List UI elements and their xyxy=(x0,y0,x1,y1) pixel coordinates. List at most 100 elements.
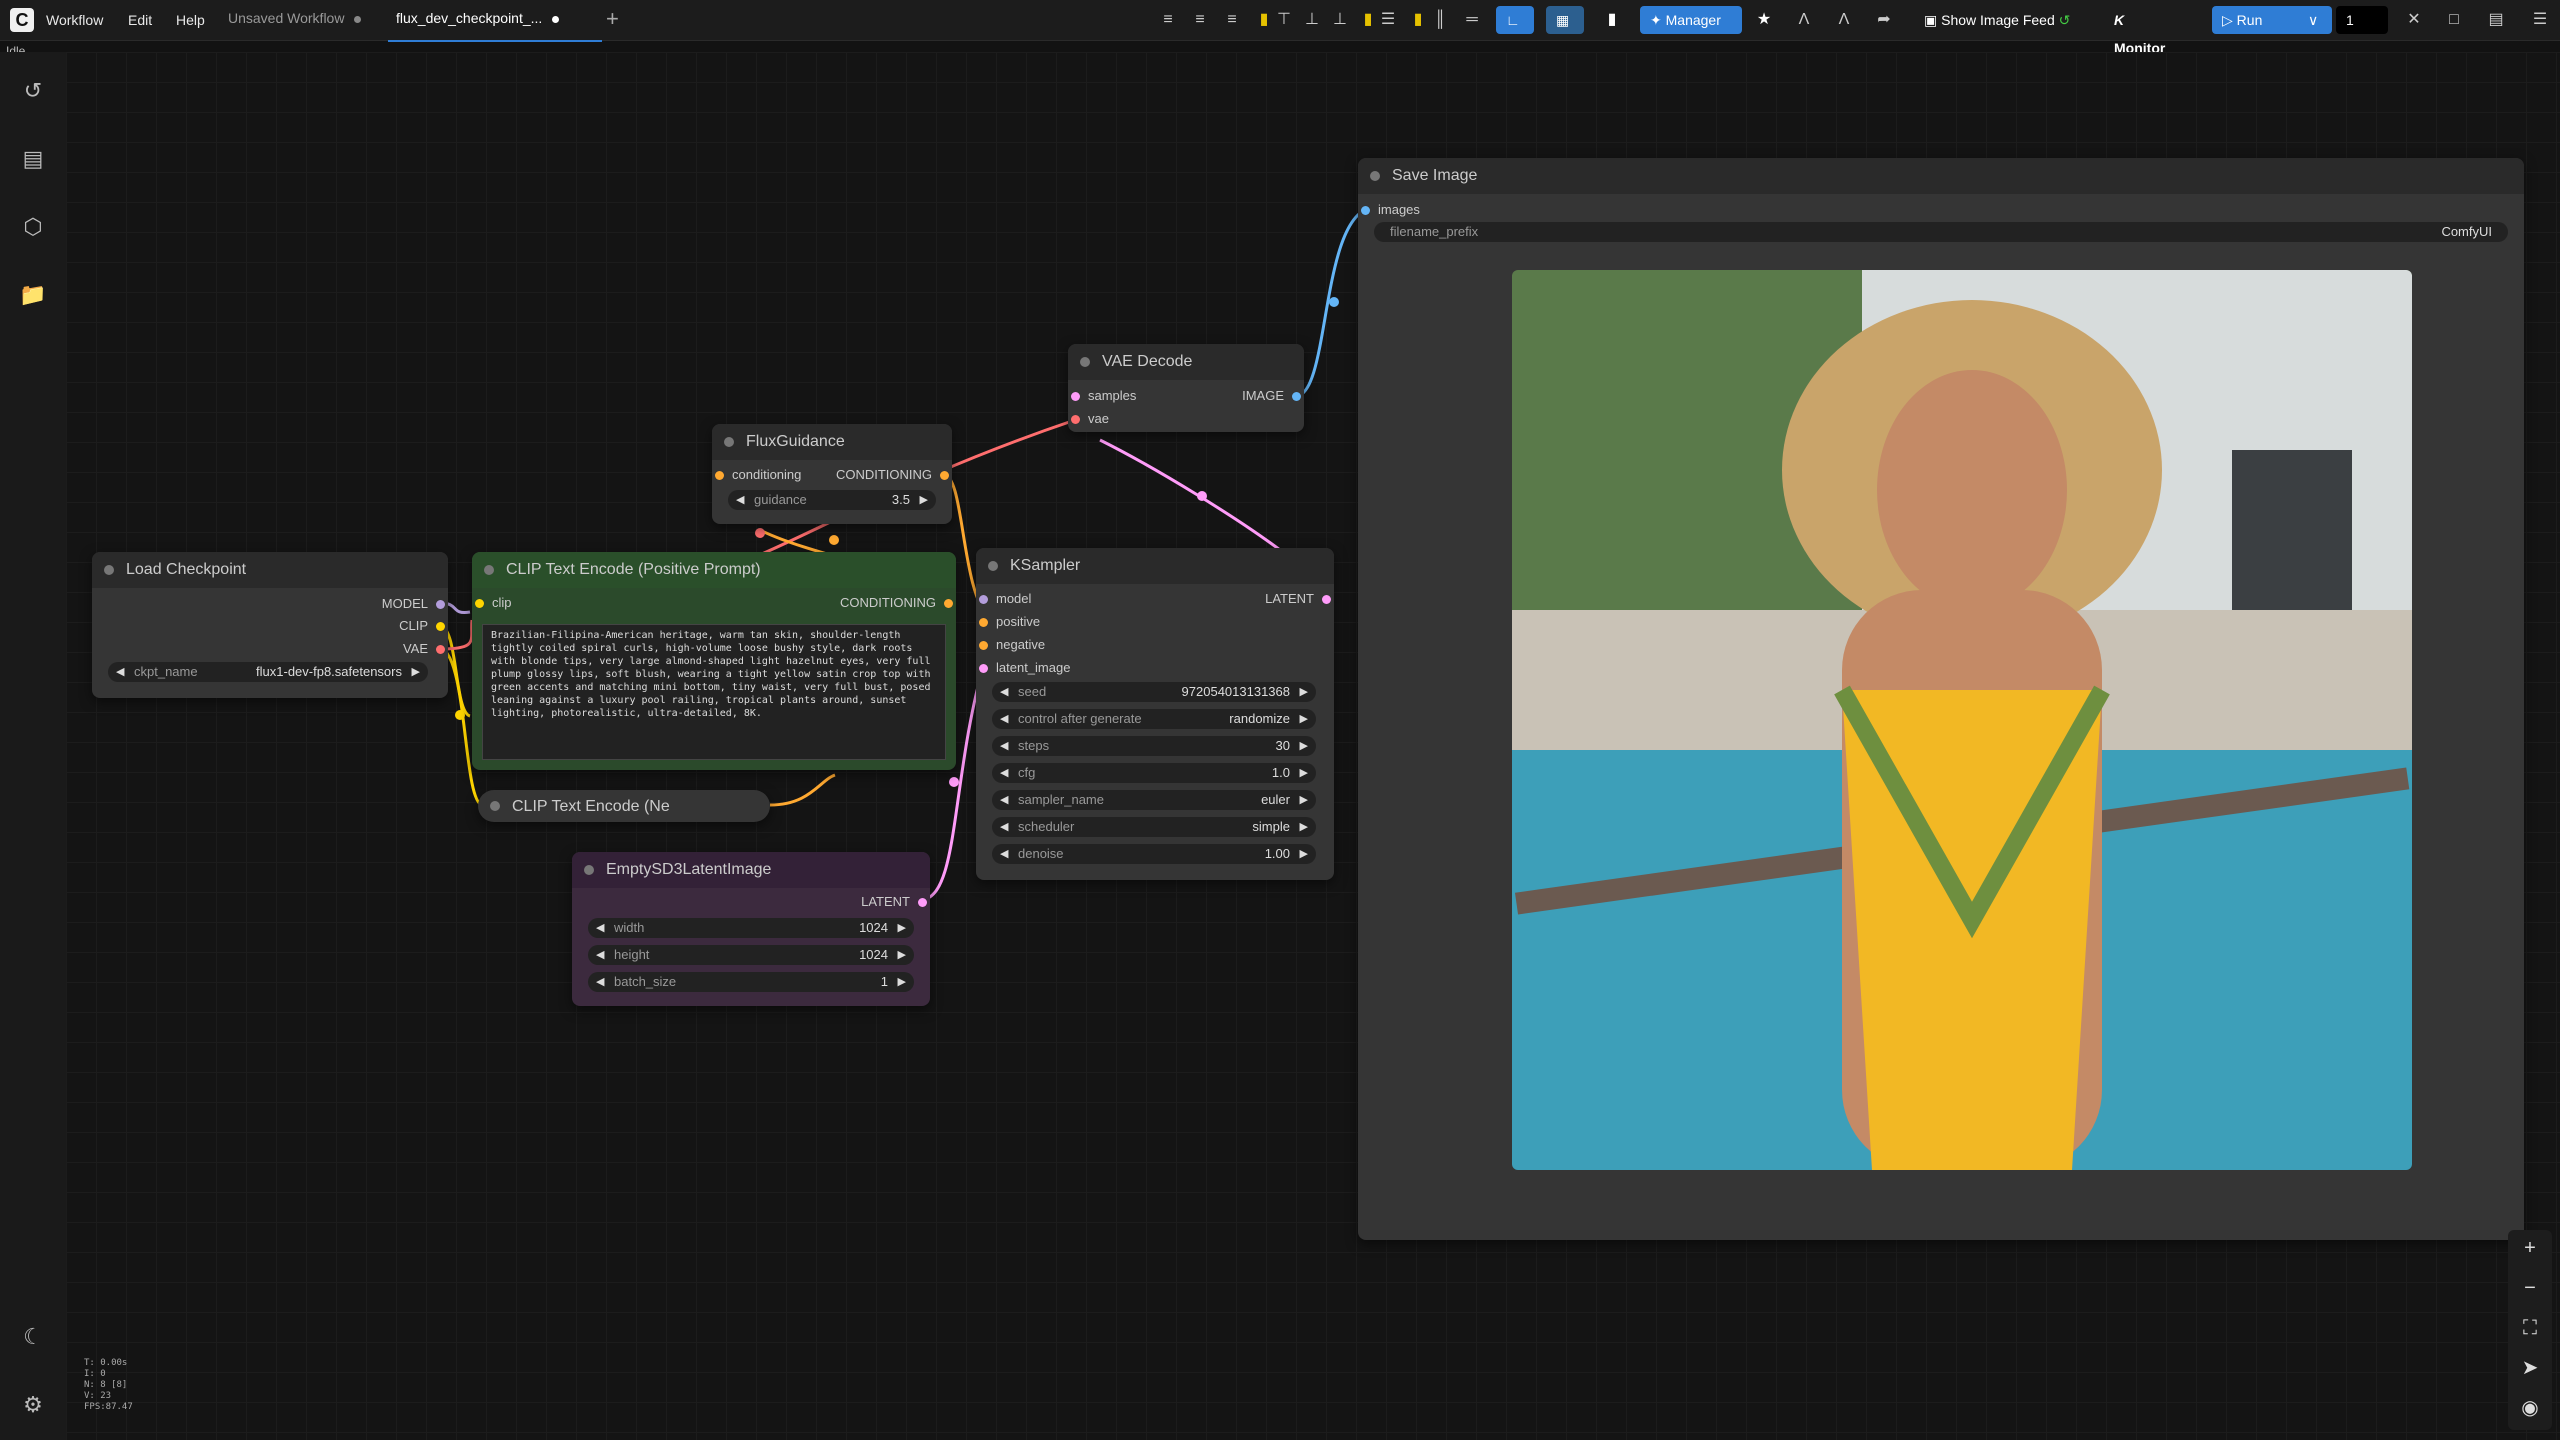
control-after-generate-select[interactable]: ◀ control after generate randomize ▶ xyxy=(992,709,1316,729)
arrow-right-icon[interactable]: ▶ xyxy=(898,972,906,992)
output-image[interactable]: IMAGE xyxy=(1242,388,1304,403)
zoom-in-plus-icon[interactable]: + xyxy=(2516,1234,2544,1262)
collapse-dot-icon[interactable] xyxy=(104,565,114,575)
steps-stepper[interactable]: ◀ steps 30 ▶ xyxy=(992,736,1316,756)
slot-dot-icon[interactable] xyxy=(1071,392,1080,401)
output-clip[interactable]: CLIP xyxy=(399,618,448,633)
arrow-right-icon[interactable]: ▶ xyxy=(1300,817,1308,837)
eye-icon[interactable]: ◉ xyxy=(2516,1394,2544,1422)
slot-dot-icon[interactable] xyxy=(475,599,484,608)
node-title[interactable]: Load Checkpoint xyxy=(92,552,448,588)
arrow-right-icon[interactable]: ▶ xyxy=(1300,844,1308,864)
sampler-name-select[interactable]: ◀ sampler_name euler ▶ xyxy=(992,790,1316,810)
node-title[interactable]: KSampler xyxy=(976,548,1334,584)
slot-dot-icon[interactable] xyxy=(944,599,953,608)
arrow-left-icon[interactable]: ◀ xyxy=(116,662,124,682)
node-title[interactable]: VAE Decode xyxy=(1068,344,1304,380)
arrow-left-icon[interactable]: ◀ xyxy=(1000,817,1008,837)
output-image-preview[interactable] xyxy=(1512,270,2412,1170)
arrow-left-icon[interactable]: ◀ xyxy=(1000,709,1008,729)
output-latent[interactable]: LATENT xyxy=(1265,591,1334,606)
slot-dot-icon[interactable] xyxy=(918,898,927,907)
send-arrow-icon[interactable]: ➤ xyxy=(2516,1354,2544,1382)
collapse-dot-icon[interactable] xyxy=(484,565,494,575)
guidance-stepper[interactable]: ◀ guidance 3.5 ▶ xyxy=(728,490,936,510)
reroute-dot[interactable] xyxy=(455,710,465,720)
slot-dot-icon[interactable] xyxy=(979,664,988,673)
input-latent-image[interactable]: latent_image xyxy=(976,660,1070,675)
arrow-right-icon[interactable]: ▶ xyxy=(1300,736,1308,756)
slot-dot-icon[interactable] xyxy=(979,641,988,650)
node-title[interactable]: FluxGuidance xyxy=(712,424,952,460)
arrow-left-icon[interactable]: ◀ xyxy=(1000,736,1008,756)
arrow-left-icon[interactable]: ◀ xyxy=(1000,790,1008,810)
arrow-left-icon[interactable]: ◀ xyxy=(596,972,604,992)
zoom-out-minus-icon[interactable]: − xyxy=(2516,1274,2544,1302)
collapse-dot-icon[interactable] xyxy=(1080,357,1090,367)
prompt-textarea[interactable]: Brazilian-Filipina-American heritage, wa… xyxy=(482,624,946,760)
node-vae-decode[interactable]: VAE Decode samples vae IMAGE xyxy=(1068,344,1304,432)
arrow-left-icon[interactable]: ◀ xyxy=(736,490,744,510)
slot-dot-icon[interactable] xyxy=(940,471,949,480)
slot-dot-icon[interactable] xyxy=(715,471,724,480)
slot-dot-icon[interactable] xyxy=(979,595,988,604)
batch-size-stepper[interactable]: ◀ batch_size 1 ▶ xyxy=(588,972,914,992)
arrow-left-icon[interactable]: ◀ xyxy=(1000,682,1008,702)
collapse-dot-icon[interactable] xyxy=(1370,171,1380,181)
output-conditioning[interactable]: CONDITIONING xyxy=(840,595,956,610)
input-clip[interactable]: clip xyxy=(472,595,512,610)
node-title[interactable]: CLIP Text Encode (Positive Prompt) xyxy=(472,552,956,588)
arrow-left-icon[interactable]: ◀ xyxy=(1000,763,1008,783)
slot-dot-icon[interactable] xyxy=(979,618,988,627)
reroute-dot[interactable] xyxy=(1329,297,1339,307)
seed-stepper[interactable]: ◀ seed 972054013131368 ▶ xyxy=(992,682,1316,702)
arrow-right-icon[interactable]: ▶ xyxy=(412,662,420,682)
node-ksampler[interactable]: KSampler model positive negative latent_… xyxy=(976,548,1334,880)
input-positive[interactable]: positive xyxy=(976,614,1040,629)
node-title[interactable]: Save Image xyxy=(1358,158,2524,194)
slot-dot-icon[interactable] xyxy=(1322,595,1331,604)
arrow-left-icon[interactable]: ◀ xyxy=(596,918,604,938)
slot-dot-icon[interactable] xyxy=(1292,392,1301,401)
output-conditioning[interactable]: CONDITIONING xyxy=(836,467,952,482)
arrow-right-icon[interactable]: ▶ xyxy=(1300,763,1308,783)
node-title[interactable]: EmptySD3LatentImage xyxy=(572,852,930,888)
arrow-right-icon[interactable]: ▶ xyxy=(1300,682,1308,702)
arrow-right-icon[interactable]: ▶ xyxy=(1300,790,1308,810)
output-vae[interactable]: VAE xyxy=(403,641,448,656)
input-conditioning[interactable]: conditioning xyxy=(712,467,801,482)
slot-dot-icon[interactable] xyxy=(436,600,445,609)
arrow-right-icon[interactable]: ▶ xyxy=(898,945,906,965)
arrow-left-icon[interactable]: ◀ xyxy=(1000,844,1008,864)
reroute-dot[interactable] xyxy=(755,528,765,538)
fit-view-icon[interactable]: ⛶ xyxy=(2516,1314,2544,1342)
reroute-dot[interactable] xyxy=(949,777,959,787)
input-images[interactable]: images xyxy=(1358,202,1420,217)
slot-dot-icon[interactable] xyxy=(1361,206,1370,215)
filename-prefix-input[interactable]: filename_prefix ComfyUI xyxy=(1374,222,2508,242)
collapse-dot-icon[interactable] xyxy=(584,865,594,875)
collapse-dot-icon[interactable] xyxy=(724,437,734,447)
arrow-right-icon[interactable]: ▶ xyxy=(920,490,928,510)
input-samples[interactable]: samples xyxy=(1068,388,1136,403)
cfg-stepper[interactable]: ◀ cfg 1.0 ▶ xyxy=(992,763,1316,783)
height-stepper[interactable]: ◀ height 1024 ▶ xyxy=(588,945,914,965)
ckpt-name-select[interactable]: ◀ ckpt_name flux1-dev-fp8.safetensors ▶ xyxy=(108,662,428,682)
arrow-right-icon[interactable]: ▶ xyxy=(1300,709,1308,729)
denoise-stepper[interactable]: ◀ denoise 1.00 ▶ xyxy=(992,844,1316,864)
slot-dot-icon[interactable] xyxy=(1071,415,1080,424)
reroute-dot[interactable] xyxy=(829,535,839,545)
reroute-dot[interactable] xyxy=(1197,491,1207,501)
collapse-dot-icon[interactable] xyxy=(490,801,500,811)
input-vae[interactable]: vae xyxy=(1068,411,1109,426)
input-negative[interactable]: negative xyxy=(976,637,1045,652)
output-model[interactable]: MODEL xyxy=(382,596,448,611)
slot-dot-icon[interactable] xyxy=(436,645,445,654)
scheduler-select[interactable]: ◀ scheduler simple ▶ xyxy=(992,817,1316,837)
output-latent[interactable]: LATENT xyxy=(861,894,930,909)
node-clip-text-positive[interactable]: CLIP Text Encode (Positive Prompt) clip … xyxy=(472,552,956,770)
arrow-right-icon[interactable]: ▶ xyxy=(898,918,906,938)
node-empty-sd3-latent-image[interactable]: EmptySD3LatentImage LATENT ◀ width 1024 … xyxy=(572,852,930,1006)
node-load-checkpoint[interactable]: Load Checkpoint MODEL CLIP VAE ◀ ckpt_na… xyxy=(92,552,448,698)
node-flux-guidance[interactable]: FluxGuidance conditioning CONDITIONING ◀… xyxy=(712,424,952,524)
